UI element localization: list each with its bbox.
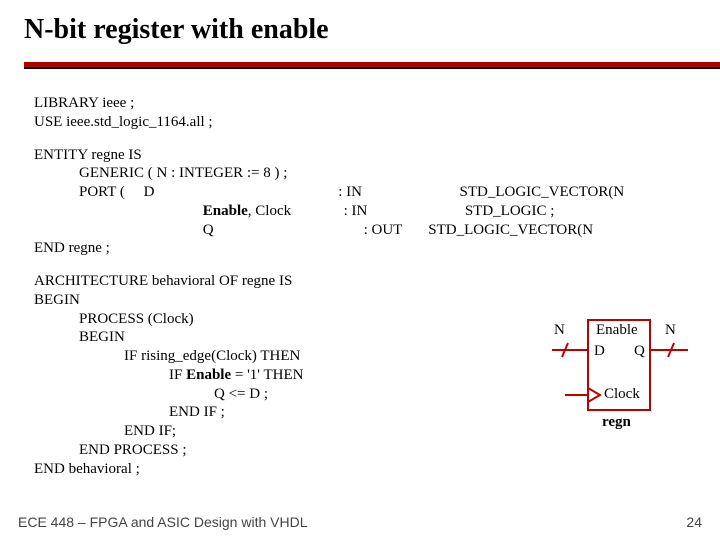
page-number: 24 [686, 514, 702, 530]
code-line: Q : OUT STD_LOGIC_VECTOR(N [34, 221, 624, 240]
code-line: END PROCESS ; [34, 441, 624, 460]
code-frag: IF [34, 367, 186, 383]
code-line: END behavioral ; [34, 460, 624, 479]
register-diagram: N N Enable D Q Clock regn [540, 310, 710, 470]
diagram-enable: Enable [596, 322, 638, 339]
code-line: IF Enable = '1' THEN [34, 366, 624, 385]
code-line: Q <= D ; [34, 385, 624, 404]
code-line: PROCESS (Clock) [34, 310, 624, 329]
code-line: USE ieee.std_logic_1164.all ; [34, 113, 624, 132]
diagram-q: Q [634, 343, 645, 360]
code-line: END regne ; [34, 239, 624, 258]
code-block: LIBRARY ieee ; USE ieee.std_logic_1164.a… [34, 94, 624, 478]
code-frag: Enable [203, 203, 248, 219]
code-frag [34, 203, 203, 219]
diagram-n-left: N [554, 322, 565, 339]
code-line: IF rising_edge(Clock) THEN [34, 347, 624, 366]
code-line: PORT ( D : IN STD_LOGIC_VECTOR(N [34, 183, 624, 202]
code-line: BEGIN [34, 328, 624, 347]
title-area: N-bit register with enable [0, 0, 720, 69]
code-line: ARCHITECTURE behavioral OF regne IS [34, 272, 624, 291]
title-underline [24, 62, 720, 69]
code-line: Enable, Clock : IN STD_LOGIC ; [34, 202, 624, 221]
diagram-d: D [594, 343, 605, 360]
code-frag: = '1' THEN [231, 367, 303, 383]
code-line: ENTITY regne IS [34, 146, 624, 165]
diagram-clock: Clock [604, 386, 640, 403]
code-line: LIBRARY ieee ; [34, 94, 624, 113]
code-line: BEGIN [34, 291, 624, 310]
code-frag: , Clock : IN STD_LOGIC ; [248, 203, 555, 219]
footer: ECE 448 – FPGA and ASIC Design with VHDL… [18, 514, 702, 530]
code-line: GENERIC ( N : INTEGER := 8 ) ; [34, 164, 624, 183]
slide-title: N-bit register with enable [24, 14, 720, 46]
code-line: END IF ; [34, 403, 624, 422]
diagram-n-right: N [665, 322, 676, 339]
footer-text: ECE 448 – FPGA and ASIC Design with VHDL [18, 514, 307, 530]
diagram-name: regn [602, 414, 631, 431]
code-line: END IF; [34, 422, 624, 441]
code-frag: Enable [186, 367, 231, 383]
